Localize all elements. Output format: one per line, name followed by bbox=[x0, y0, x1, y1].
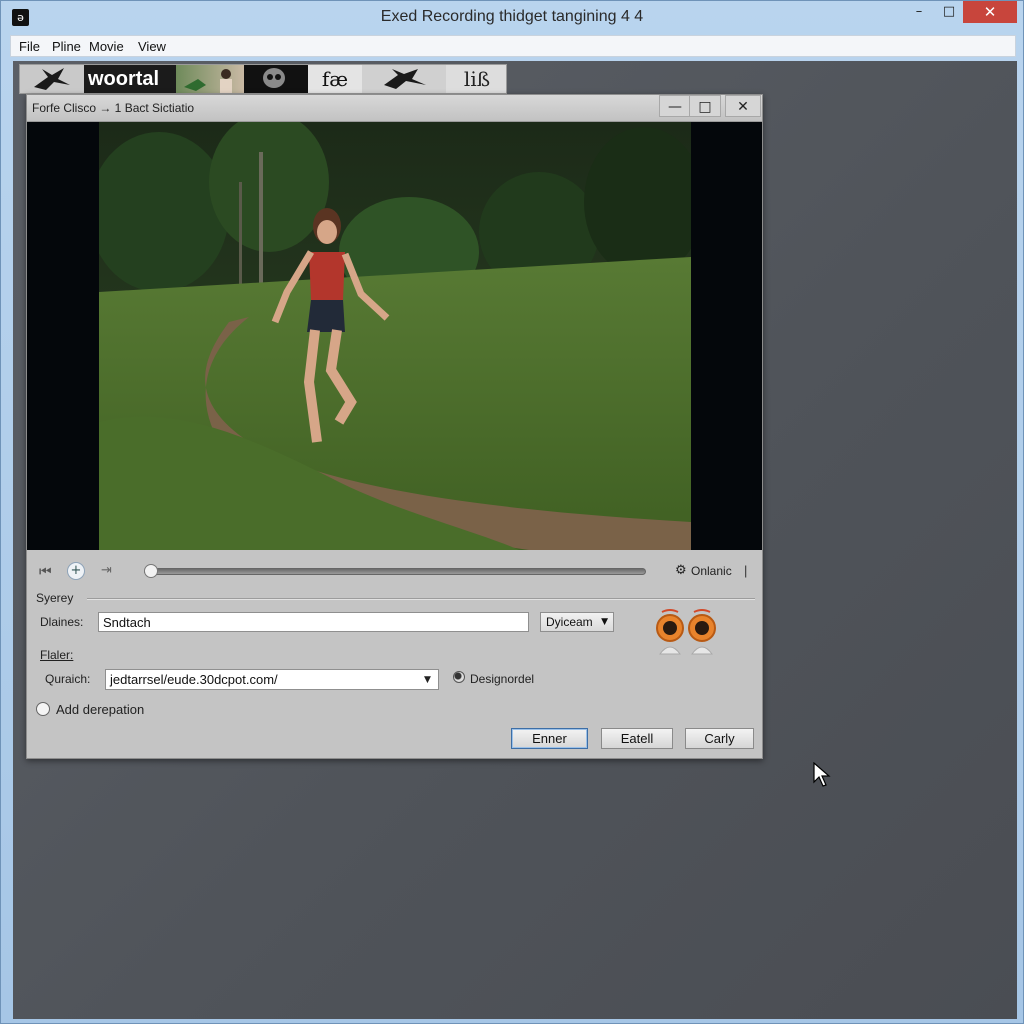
video-scene-image bbox=[99, 122, 691, 550]
menu-file[interactable]: File bbox=[19, 39, 40, 54]
enter-button[interactable]: Enner bbox=[511, 728, 588, 749]
maximize-button[interactable]: □ bbox=[933, 1, 965, 23]
bird-thumbnail[interactable] bbox=[20, 65, 84, 93]
dialog-title: Forfe Clisco → 1 Bact Sictiatio bbox=[32, 101, 195, 115]
name-label: Dlaines: bbox=[40, 615, 84, 629]
forward-icon[interactable]: ⇥ bbox=[101, 563, 112, 578]
player-controls: ⏮ + ⇥ ⚙ Onlanic | bbox=[27, 551, 762, 589]
dialog-close-button[interactable]: ✕ bbox=[725, 95, 761, 117]
stream-select-value: Dyiceam bbox=[546, 615, 593, 629]
logo-thumbnail[interactable]: woortal bbox=[84, 65, 176, 93]
url-value: jedtarrsel/eude.30dcpot.com/ bbox=[110, 672, 278, 687]
dialog-minimize-button[interactable]: — bbox=[659, 95, 691, 117]
webcam-icon[interactable] bbox=[650, 606, 720, 664]
bird-icon bbox=[384, 69, 426, 89]
url-combobox[interactable]: jedtarrsel/eude.30dcpot.com/ bbox=[105, 669, 439, 690]
player-dialog: Forfe Clisco → 1 Bact Sictiatio — □ ✕ ⏮ … bbox=[26, 94, 763, 759]
text-thumbnail-fx[interactable]: fæ bbox=[308, 65, 362, 93]
online-label[interactable]: Onlanic bbox=[691, 564, 732, 578]
menu-view[interactable]: View bbox=[138, 39, 166, 54]
mouse-pointer-icon bbox=[813, 762, 831, 787]
section-divider bbox=[87, 598, 755, 600]
add-description-radio[interactable] bbox=[36, 702, 50, 716]
app-titlebar[interactable]: ə Exed Recording thidget tangining 4 4 –… bbox=[1, 1, 1023, 33]
skull-thumbnail[interactable] bbox=[244, 65, 308, 93]
stream-select[interactable]: Dyiceam ▼ bbox=[540, 612, 614, 632]
chevron-down-icon: ▼ bbox=[601, 617, 608, 627]
copy-button[interactable]: Carly bbox=[685, 728, 754, 749]
menu-movie[interactable]: Movie bbox=[89, 39, 124, 54]
thumbnail-banner: woortal fæ liß bbox=[19, 64, 507, 94]
skull-icon bbox=[263, 68, 285, 88]
video-area[interactable] bbox=[27, 122, 762, 550]
seek-bar[interactable] bbox=[144, 568, 646, 575]
add-description-label: Add derepation bbox=[56, 702, 145, 717]
menu-bar: File Pline Movie View bbox=[10, 35, 1016, 57]
url-label: Quraich: bbox=[45, 672, 91, 686]
designer-radio[interactable] bbox=[453, 671, 465, 683]
close-button[interactable]: ✕ bbox=[963, 1, 1017, 23]
designer-label: Designordel bbox=[470, 672, 535, 686]
person-thumbnail-image bbox=[184, 69, 232, 93]
name-input[interactable] bbox=[98, 612, 529, 632]
minimize-button[interactable]: – bbox=[903, 1, 935, 23]
gear-icon[interactable]: ⚙ bbox=[675, 563, 687, 578]
app-title: Exed Recording thidget tangining 4 4 bbox=[380, 8, 644, 25]
separator: | bbox=[744, 563, 748, 578]
dialog-maximize-button[interactable]: □ bbox=[689, 95, 721, 117]
cancel-button[interactable]: Eatell bbox=[601, 728, 673, 749]
photo-thumbnail[interactable] bbox=[176, 65, 244, 93]
seek-thumb[interactable] bbox=[144, 564, 158, 578]
chevron-down-icon[interactable]: ▼ bbox=[424, 675, 431, 685]
text-thumbnail-lib[interactable]: liß bbox=[446, 65, 506, 93]
section-label: Syerey bbox=[36, 591, 74, 605]
skip-back-icon[interactable]: ⏮ bbox=[39, 564, 52, 580]
folder-label: Flaler: bbox=[40, 648, 74, 662]
add-marker-button[interactable]: + bbox=[67, 562, 85, 580]
bird-icon bbox=[34, 68, 70, 90]
menu-pline[interactable]: Pline bbox=[52, 39, 81, 54]
video-frame bbox=[99, 122, 691, 550]
dialog-titlebar[interactable]: Forfe Clisco → 1 Bact Sictiatio — □ ✕ bbox=[27, 95, 762, 122]
bird-thumbnail-2[interactable] bbox=[362, 65, 446, 93]
